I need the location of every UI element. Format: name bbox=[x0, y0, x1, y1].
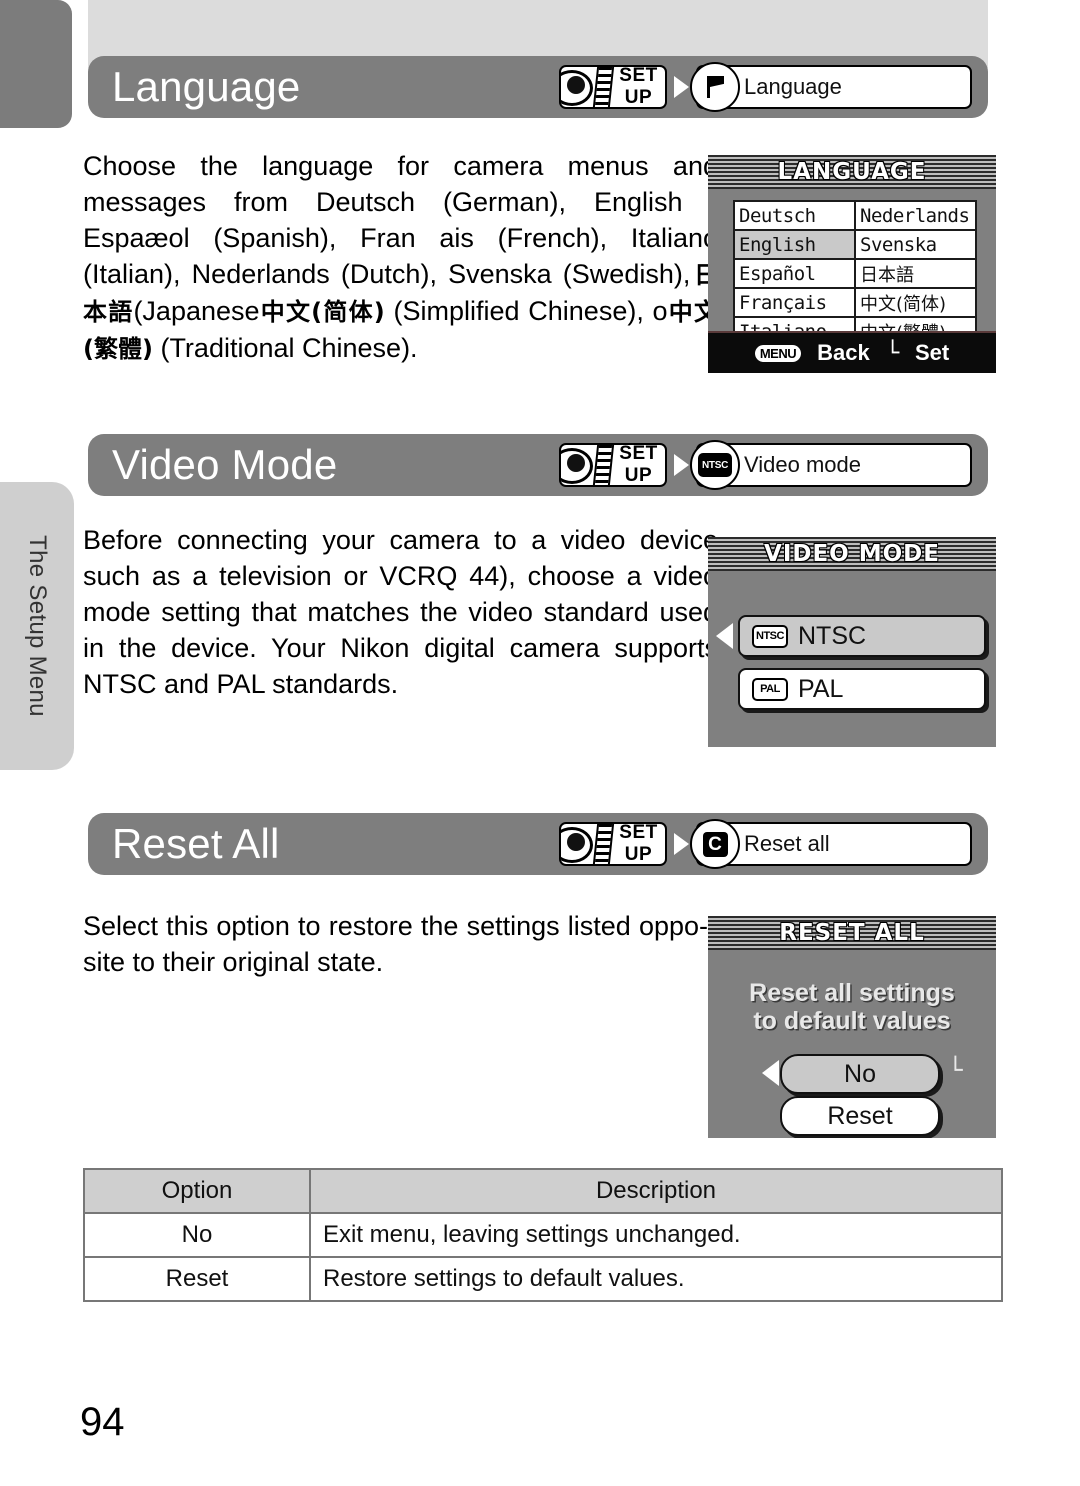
reset-c-icon: C bbox=[690, 819, 740, 869]
cell-option-no: No bbox=[83, 1212, 311, 1258]
reset-option-no[interactable]: No bbox=[780, 1054, 940, 1094]
lcd-title-reset-all: RESET ALL bbox=[779, 920, 925, 946]
setup-mode-button-reset-all[interactable]: SET UP bbox=[559, 822, 667, 866]
footer-back-label: Back bbox=[817, 340, 870, 365]
menu-item-pill-video-mode[interactable]: NTSC Video mode bbox=[690, 440, 972, 490]
column-header-option: Option bbox=[83, 1168, 311, 1214]
ntsc-badge-icon: NTSC bbox=[752, 624, 788, 648]
table-header-row: Option Description bbox=[83, 1168, 1003, 1214]
cell-option-reset: Reset bbox=[83, 1256, 311, 1302]
lcd-title-video-mode: VIDEO MODE bbox=[764, 541, 940, 567]
menu-item-label: Language bbox=[744, 74, 842, 99]
side-tab-setup-menu: The Setup Menu bbox=[0, 482, 74, 770]
options-table: Option Description No Exit menu, leaving… bbox=[83, 1168, 1003, 1302]
lcd-titlebar-video-mode: VIDEO MODE bbox=[708, 537, 996, 571]
language-option-japanese[interactable]: 日本語 bbox=[854, 258, 977, 289]
table-row: No Exit menu, leaving settings unchanged… bbox=[83, 1212, 1003, 1258]
lcd-title-language: LANGUAGE bbox=[777, 159, 927, 185]
cell-description-no: Exit menu, leaving settings unchanged. bbox=[309, 1212, 1003, 1258]
language-option-simplified-chinese[interactable]: 中文(简体) bbox=[854, 287, 977, 318]
manual-page: The Setup Menu 94 Language SET UP Langua… bbox=[0, 0, 1080, 1486]
body-text-reset-all: Select this option to restore the settin… bbox=[83, 911, 708, 977]
chevron-right-icon bbox=[674, 833, 689, 855]
breadcrumb-language: SET UP Language bbox=[559, 62, 972, 112]
enter-key-icon: ┘ bbox=[948, 1056, 963, 1084]
page-number: 94 bbox=[80, 1400, 125, 1444]
corner-tab-marker bbox=[0, 0, 72, 128]
setup-label: SET UP bbox=[619, 65, 658, 108]
section-title-video-mode: Video Mode bbox=[112, 441, 338, 488]
enter-key-icon: ┘ bbox=[885, 340, 899, 366]
language-option-deutsch[interactable]: Deutsch bbox=[733, 200, 856, 231]
lcd-titlebar-reset-all: RESET ALL bbox=[708, 916, 996, 950]
language-option-espanol[interactable]: Español bbox=[733, 258, 856, 289]
breadcrumb-video-mode: SET UP NTSC Video mode bbox=[559, 440, 972, 490]
video-mode-option-label: PAL bbox=[798, 674, 844, 703]
lcd-screen-language: LANGUAGE Deutsch Nederlands English Sven… bbox=[708, 155, 996, 373]
lcd-footer-language: MENU Back ┘ Set bbox=[708, 331, 996, 373]
language-option-grid: Deutsch Nederlands English Svenska Españ… bbox=[733, 200, 977, 347]
breadcrumb-reset-all: SET UP C Reset all bbox=[559, 819, 972, 869]
menu-item-label: Video mode bbox=[744, 452, 862, 477]
reset-message-line-2: to default values bbox=[753, 1007, 951, 1035]
section-title-reset-all: Reset All bbox=[112, 820, 280, 867]
lcd-screen-reset-all: RESET ALL Reset all settings to default … bbox=[708, 916, 996, 1138]
column-header-description: Description bbox=[309, 1168, 1003, 1214]
body-text-video-mode: Before connecting your camera to a video… bbox=[83, 525, 718, 699]
lcd-titlebar-language: LANGUAGE bbox=[708, 155, 996, 189]
section-header-language: Language SET UP Language bbox=[88, 56, 988, 118]
menu-button-chip[interactable]: MENU bbox=[754, 344, 802, 362]
language-option-nederlands[interactable]: Nederlands bbox=[854, 200, 977, 231]
chevron-right-icon bbox=[674, 76, 689, 98]
side-tab-label: The Setup Menu bbox=[24, 535, 51, 717]
chevron-right-icon bbox=[674, 454, 689, 476]
cell-description-reset: Restore settings to default values. bbox=[309, 1256, 1003, 1302]
section-header-video-mode: Video Mode SET UP NTSC Video mode bbox=[88, 434, 988, 496]
mode-dial-icon bbox=[561, 445, 595, 485]
video-mode-option-label: NTSC bbox=[798, 621, 867, 650]
reset-message-line-1: Reset all settings bbox=[749, 979, 955, 1007]
lcd-screen-video-mode: VIDEO MODE NTSC NTSC PAL PAL bbox=[708, 537, 996, 747]
language-option-francais[interactable]: Français bbox=[733, 287, 856, 318]
footer-set-label: Set bbox=[914, 340, 950, 365]
section-title-language: Language bbox=[112, 63, 301, 110]
video-mode-option-ntsc[interactable]: NTSC NTSC bbox=[738, 615, 986, 657]
setup-mode-button-language[interactable]: SET UP bbox=[559, 65, 667, 109]
video-mode-option-pal[interactable]: PAL PAL bbox=[738, 668, 986, 710]
menu-item-pill-language[interactable]: Language bbox=[690, 62, 972, 112]
language-option-english[interactable]: English bbox=[733, 229, 856, 260]
ntsc-icon: NTSC bbox=[690, 440, 740, 490]
setup-label: SET UP bbox=[619, 822, 658, 865]
body-text-language: Choose the language for camera menus and… bbox=[83, 151, 719, 363]
film-strip-icon bbox=[592, 445, 615, 485]
mode-dial-icon bbox=[561, 824, 595, 864]
language-option-svenska[interactable]: Svenska bbox=[854, 229, 977, 260]
selection-caret-icon bbox=[762, 1060, 779, 1086]
film-strip-icon bbox=[592, 67, 615, 107]
setup-label: SET UP bbox=[619, 443, 658, 486]
pal-badge-icon: PAL bbox=[752, 677, 788, 701]
reset-option-reset[interactable]: Reset bbox=[780, 1096, 940, 1136]
mode-dial-icon bbox=[561, 67, 595, 107]
menu-item-pill-reset-all[interactable]: C Reset all bbox=[690, 819, 972, 869]
section-header-reset-all: Reset All SET UP C Reset all bbox=[88, 813, 988, 875]
cjk-simplified-chinese: 中文(简体) bbox=[259, 298, 385, 326]
setup-mode-button-video-mode[interactable]: SET UP bbox=[559, 443, 667, 487]
selection-caret-icon bbox=[716, 623, 733, 649]
flag-icon bbox=[690, 62, 740, 112]
menu-item-label: Reset all bbox=[744, 831, 830, 856]
table-row: Reset Restore settings to default values… bbox=[83, 1256, 1003, 1302]
film-strip-icon bbox=[592, 824, 615, 864]
